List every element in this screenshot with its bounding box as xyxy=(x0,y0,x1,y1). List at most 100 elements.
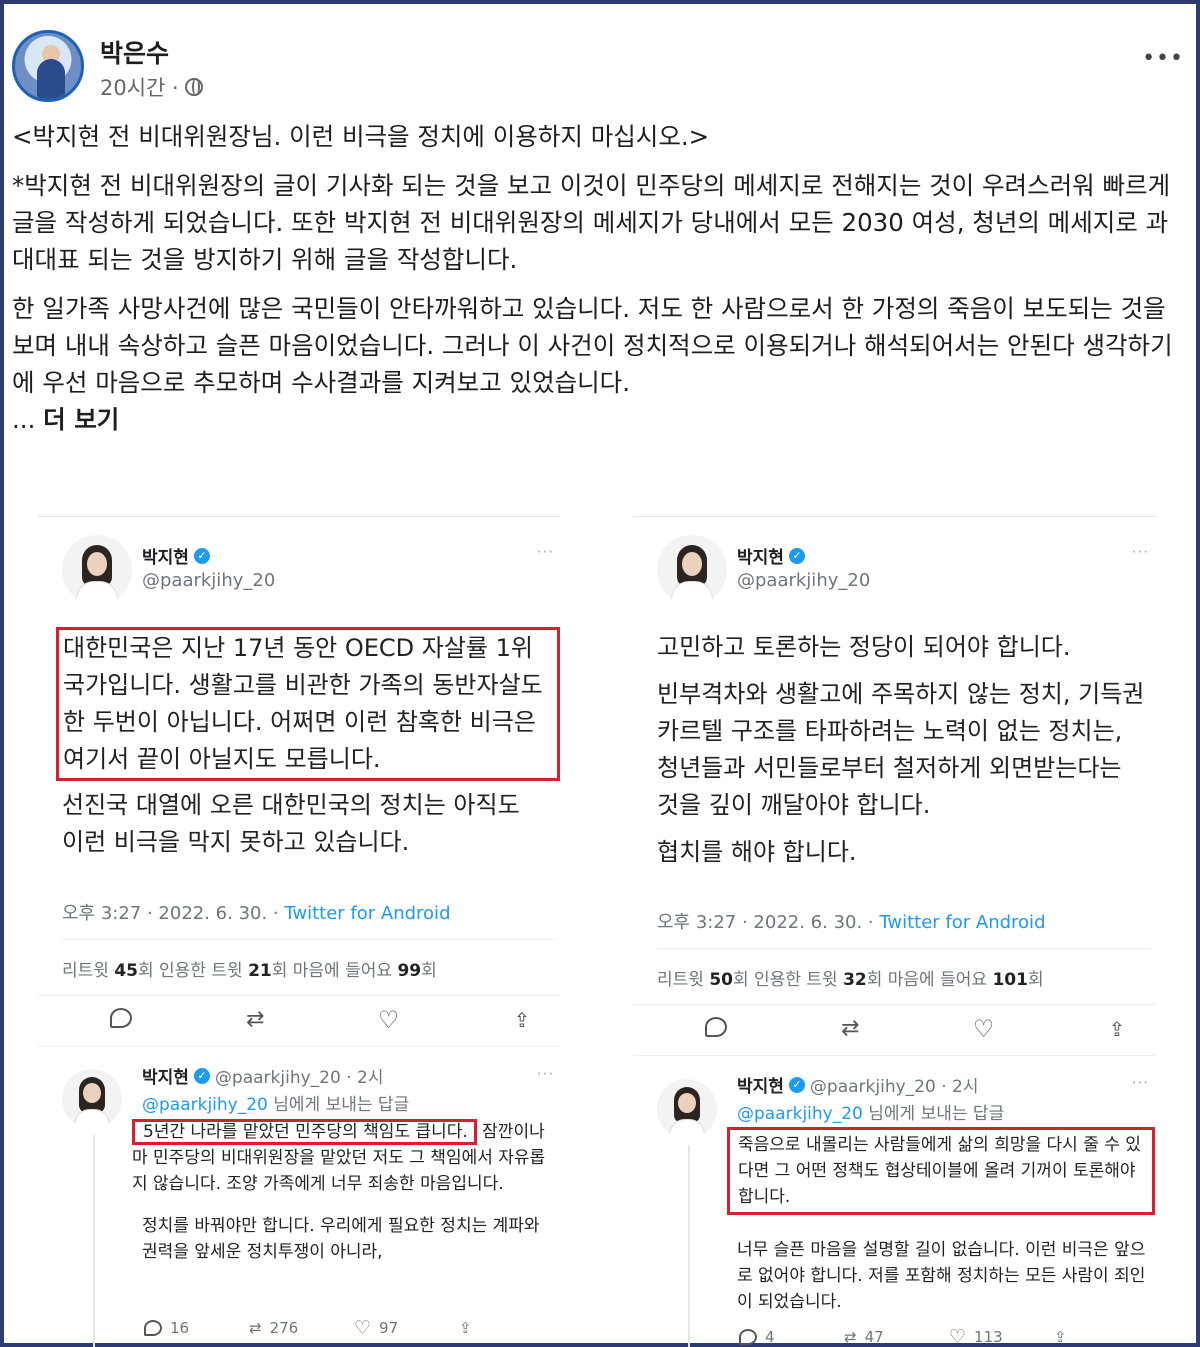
retweet-unit: 회 xyxy=(733,970,749,990)
reply-retweet-button[interactable]: ⇄ 47 xyxy=(844,1326,949,1347)
tweet-author-name[interactable]: 박지현 ✓ xyxy=(142,543,210,568)
tweet-name-text: 박지현 xyxy=(142,548,189,568)
tweet-avatar[interactable] xyxy=(62,535,132,605)
like-icon: ♡ xyxy=(354,1317,372,1339)
tweet-more-button[interactable]: ··· xyxy=(537,543,554,561)
reply-handle[interactable]: @paarkjihy_20 · 2시 xyxy=(215,1063,384,1088)
like-count[interactable]: 99 xyxy=(397,961,421,981)
globe-icon xyxy=(184,78,203,96)
reply-to-line: @paarkjihy_20 님에게 보내는 답글 xyxy=(737,1099,1004,1124)
post-paragraph-2-text: 한 일가족 사망사건에 많은 국민들이 안타까워하고 있습니다. 저도 한 사람… xyxy=(12,294,1173,397)
highlight-box: 대한민국은 지난 17년 동안 OECD 자살률 1위 국가입니다. 생활고를 … xyxy=(56,627,560,781)
like-icon[interactable]: ♡ xyxy=(972,1017,996,1041)
reply-to-link[interactable]: @paarkjihy_20 xyxy=(142,1095,268,1115)
quote-count[interactable]: 21 xyxy=(248,961,272,981)
thread-line xyxy=(688,1145,690,1347)
verified-badge-icon: ✓ xyxy=(193,1067,210,1084)
author-name[interactable]: 박은수 xyxy=(100,34,169,70)
tweet-time-text[interactable]: 오후 3:27 · 2022. 6. 30. · xyxy=(657,912,879,933)
post-text: <박지현 전 비대위원장님. 이런 비극을 정치에 이용하지 마십시오.> *박… xyxy=(12,118,1188,438)
reply-avatar[interactable] xyxy=(657,1079,717,1139)
verified-badge-icon: ✓ xyxy=(193,547,210,564)
reply-handle[interactable]: @paarkjihy_20 · 2시 xyxy=(810,1072,979,1097)
tweet-action-bar: ⇄ ♡ ⇪ xyxy=(633,1004,1155,1056)
reply-icon[interactable] xyxy=(110,1008,134,1032)
reply-retweet-button[interactable]: ⇄ 276 xyxy=(249,1317,354,1339)
like-unit: 회 xyxy=(1027,970,1044,990)
ellipsis: ... xyxy=(12,405,44,434)
reply-author-name[interactable]: 박지현 xyxy=(142,1063,189,1088)
tweet-handle[interactable]: @paarkjihy_20 xyxy=(142,570,275,591)
reply-more-button[interactable]: ··· xyxy=(537,1065,554,1083)
reply-highlighted-text: 죽음으로 내몰리는 사람들에게 삶의 희망을 다시 줄 수 있다면 그 어떤 정… xyxy=(727,1127,1155,1215)
reply-author-name[interactable]: 박지현 xyxy=(737,1072,784,1097)
share-icon: ⇪ xyxy=(1054,1328,1067,1346)
reply-like-count: 113 xyxy=(974,1328,1003,1346)
tweet-name-text: 박지현 xyxy=(737,548,784,568)
tweet-handle[interactable]: @paarkjihy_20 xyxy=(737,570,870,591)
highlighted-text: 대한민국은 지난 17년 동안 OECD 자살률 1위 국가입니다. 생활고를 … xyxy=(63,634,543,773)
tweet-source-link[interactable]: Twitter for Android xyxy=(879,912,1045,933)
tweet-more-button[interactable]: ··· xyxy=(1132,543,1149,561)
retweet-icon[interactable]: ⇄ xyxy=(838,1017,862,1041)
quote-count[interactable]: 32 xyxy=(843,970,867,990)
tweet-time-text[interactable]: 오후 3:27 · 2022. 6. 30. · xyxy=(62,903,284,924)
reply-avatar[interactable] xyxy=(62,1069,122,1129)
author-avatar[interactable] xyxy=(12,30,84,102)
reply-to-link[interactable]: @paarkjihy_20 xyxy=(737,1104,863,1124)
tweet-author-name[interactable]: 박지현 ✓ xyxy=(737,543,805,568)
reply-icon xyxy=(144,1320,162,1336)
tweet-timestamp: 오후 3:27 · 2022. 6. 30. · Twitter for And… xyxy=(62,899,451,925)
see-more-link[interactable]: 더 보기 xyxy=(43,405,119,434)
reply-body-text-2: 너무 슬픈 마음을 설명할 길이 없습니다. 이런 비극은 앞으로 없어야 합니… xyxy=(737,1240,1146,1312)
reply-more-button[interactable]: ··· xyxy=(1132,1074,1149,1092)
share-icon[interactable]: ⇪ xyxy=(510,1008,534,1032)
reply-reply-button[interactable]: 16 xyxy=(144,1317,249,1339)
reply-icon[interactable] xyxy=(705,1017,729,1041)
reply-like-button[interactable]: ♡ 113 xyxy=(949,1326,1054,1347)
tweet-body: 대한민국은 지난 17년 동안 OECD 자살률 1위 국가입니다. 생활고를 … xyxy=(56,627,560,861)
like-count[interactable]: 101 xyxy=(992,970,1028,990)
retweet-count[interactable]: 45 xyxy=(114,961,138,981)
like-icon[interactable]: ♡ xyxy=(377,1008,401,1032)
reply-share-button[interactable]: ⇪ xyxy=(1054,1326,1159,1347)
tweet-paragraph-3: 협치를 해야 합니다. xyxy=(657,838,857,866)
reply-body-text-2: 정치를 바꿔야만 합니다. 우리에게 필요한 정치는 계파와 권력을 앞세운 정… xyxy=(142,1216,540,1262)
reply-header: 박지현 ✓ @paarkjihy_20 · 2시 xyxy=(142,1063,383,1088)
share-icon[interactable]: ⇪ xyxy=(1105,1017,1129,1041)
retweet-icon: ⇄ xyxy=(844,1328,857,1346)
more-options-button[interactable]: ••• xyxy=(1142,46,1184,71)
reply-share-button[interactable]: ⇪ xyxy=(459,1317,564,1339)
tweet-stats: 리트윗 45회 인용한 트윗 21회 마음에 들어요 99회 xyxy=(62,939,556,981)
tweet-timestamp: 오후 3:27 · 2022. 6. 30. · Twitter for And… xyxy=(657,908,1046,934)
quote-stat-label: 인용한 트윗 xyxy=(153,961,249,981)
tweet-card-left: 박지현 ✓ @paarkjihy_20 ··· 대한민국은 지난 17년 동안 … xyxy=(38,516,560,1347)
reply-reply-button[interactable]: 4 xyxy=(739,1326,844,1347)
reply-header: 박지현 ✓ @paarkjihy_20 · 2시 xyxy=(737,1072,978,1097)
tweet-paragraph-2: 빈부격차와 생활고에 주목하지 않는 정치, 기득권 카르텔 구조를 타파하려는… xyxy=(657,680,1145,819)
post-paragraph-1: *박지현 전 비대위원장의 글이 기사화 되는 것을 보고 이것이 민주당의 메… xyxy=(12,171,1171,274)
reply-action-bar: 16 ⇄ 276 ♡ 97 ⇪ xyxy=(144,1317,564,1339)
post-time[interactable]: 20시간 · xyxy=(100,72,179,102)
tweet-avatar[interactable] xyxy=(657,535,727,605)
verified-badge-icon: ✓ xyxy=(788,547,805,564)
reply-count: 4 xyxy=(765,1328,775,1346)
tweet-source-link[interactable]: Twitter for Android xyxy=(284,903,450,924)
reply-like-button[interactable]: ♡ 97 xyxy=(354,1317,459,1339)
reply-body: 5년간 나라를 맡았던 민주당의 책임도 큽니다. 잠깐이나마 민주당의 비대위… xyxy=(132,1119,556,1265)
reply-to-text: 님에게 보내는 답글 xyxy=(862,1104,1005,1124)
post-paragraph-2: 한 일가족 사망사건에 많은 국민들이 안타까워하고 있습니다. 저도 한 사람… xyxy=(12,290,1188,438)
retweet-icon: ⇄ xyxy=(249,1319,262,1337)
retweet-unit: 회 xyxy=(138,961,154,981)
retweet-icon[interactable]: ⇄ xyxy=(243,1008,267,1032)
reply-action-bar: 4 ⇄ 47 ♡ 113 ⇪ xyxy=(739,1326,1159,1347)
retweet-count[interactable]: 50 xyxy=(709,970,733,990)
quote-stat-label: 인용한 트윗 xyxy=(748,970,844,990)
post-header: 박은수 20시간 · ••• xyxy=(12,30,1188,110)
retweet-stat-label: 리트윗 xyxy=(657,970,710,990)
reply-like-count: 97 xyxy=(379,1319,399,1337)
verified-badge-icon: ✓ xyxy=(788,1076,805,1093)
like-unit: 회 xyxy=(421,961,437,981)
tweet-action-bar: ⇄ ♡ ⇪ xyxy=(38,995,560,1047)
like-stat-label: 마음에 들어요 xyxy=(882,970,993,990)
